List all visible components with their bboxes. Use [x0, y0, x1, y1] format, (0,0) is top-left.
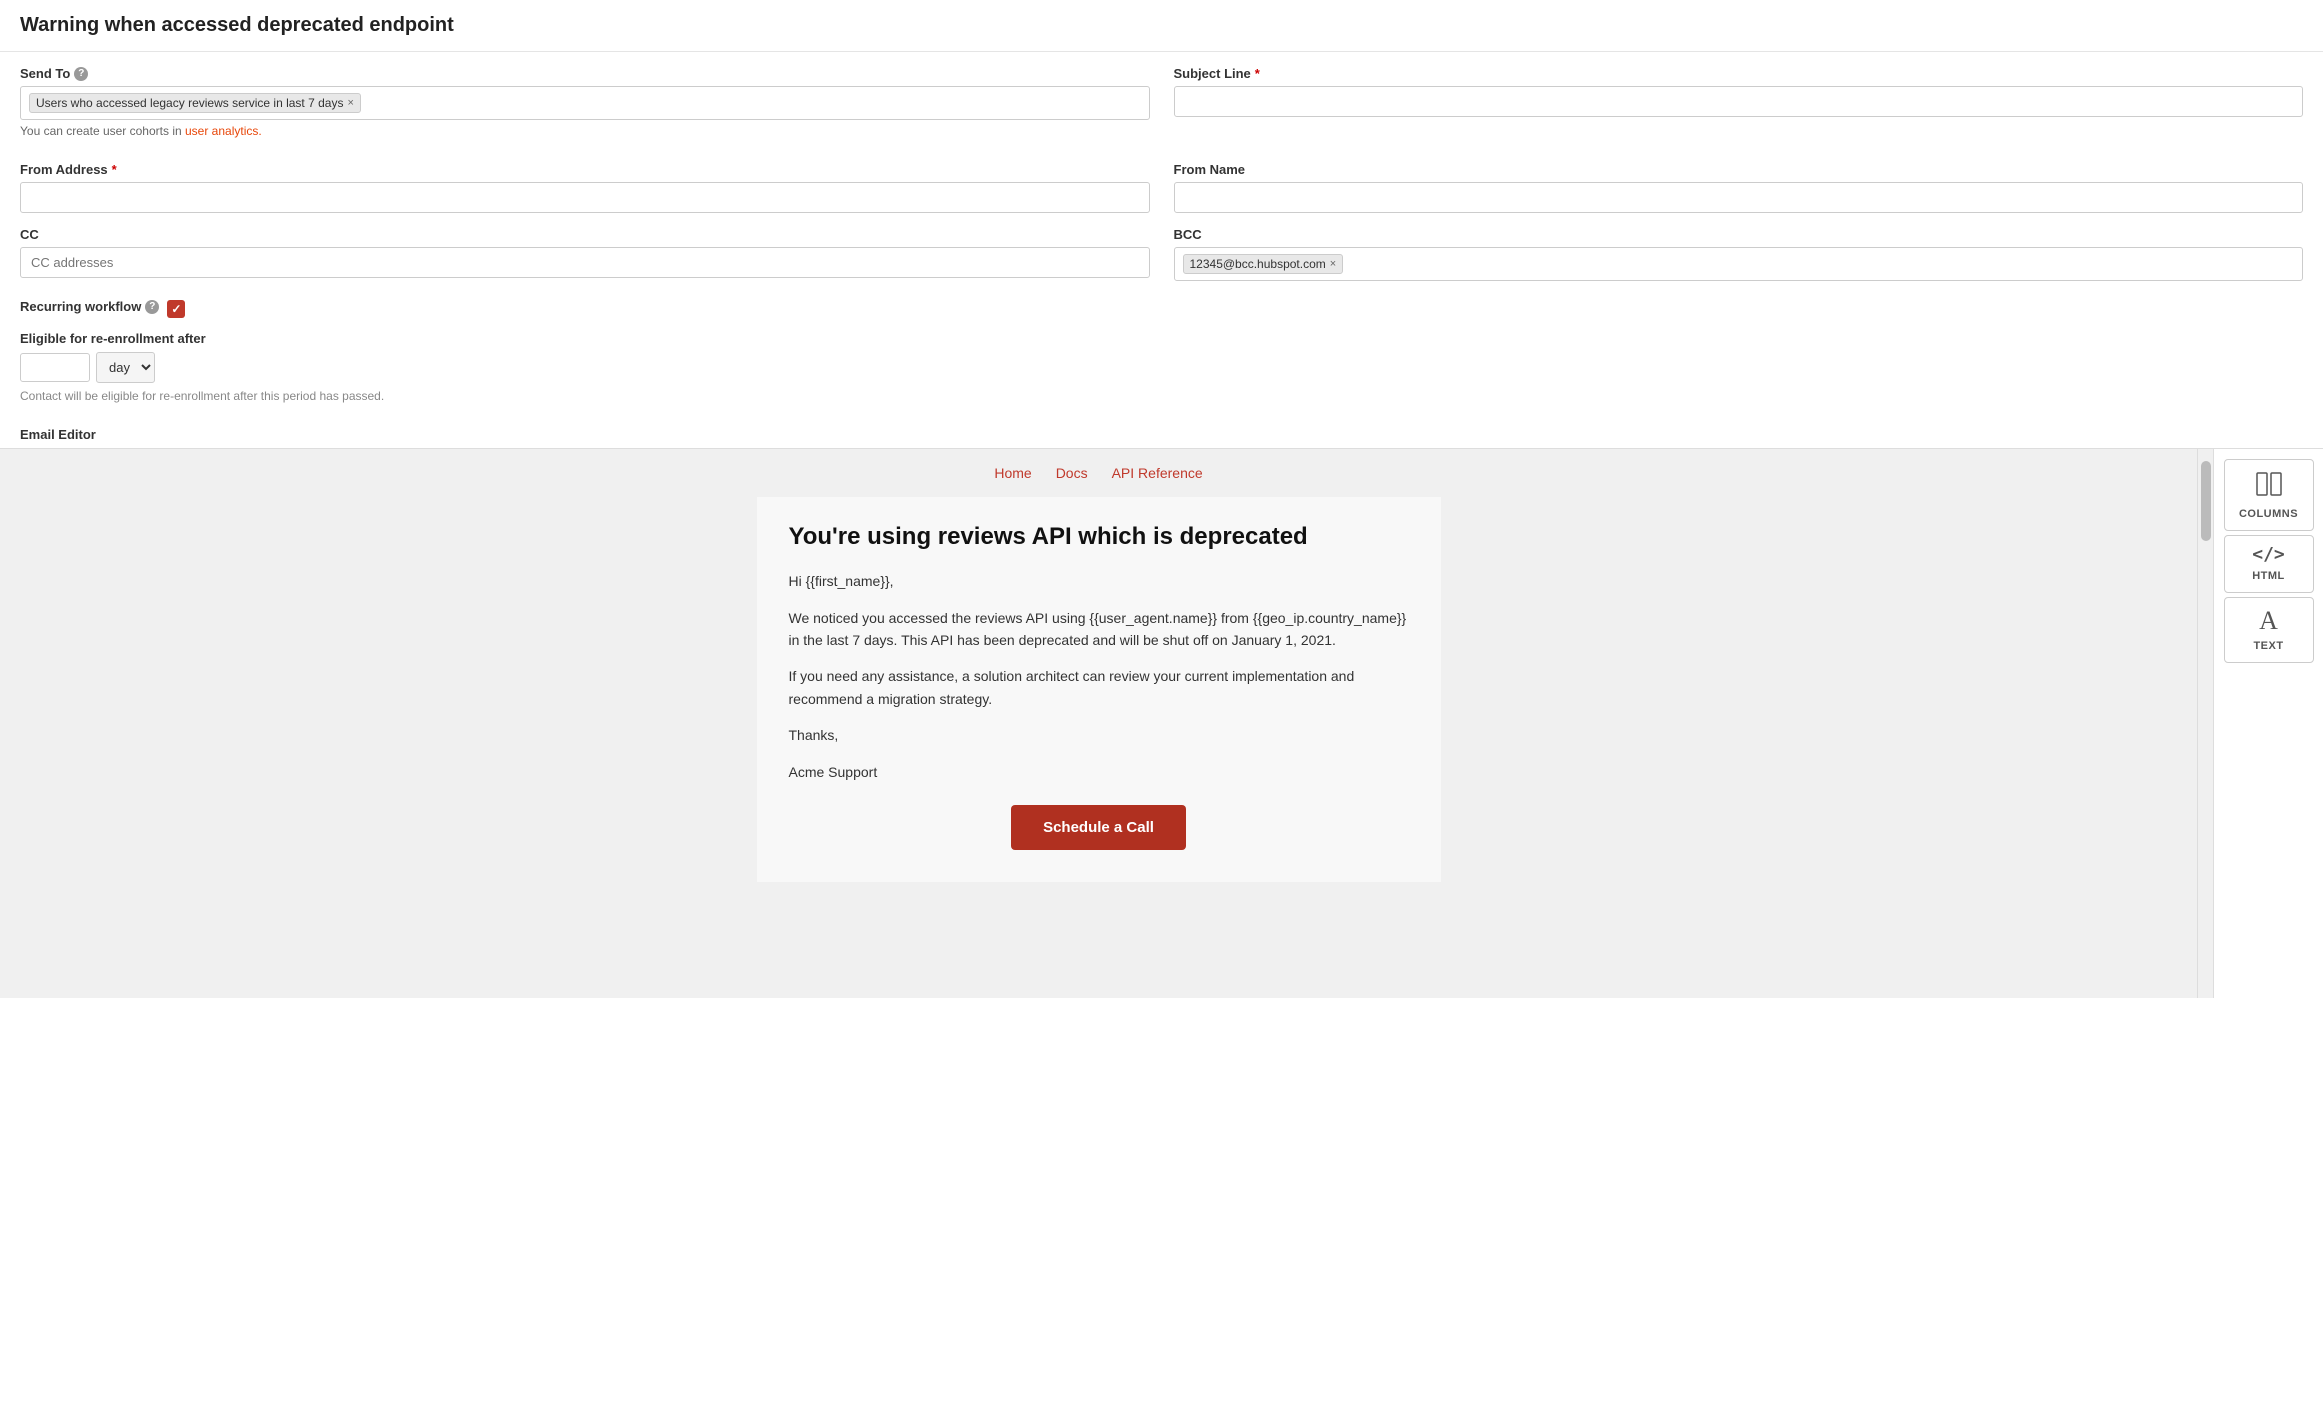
reenroll-hint: Contact will be eligible for re-enrollme…: [20, 389, 2303, 403]
schedule-call-button[interactable]: Schedule a Call: [1011, 805, 1186, 850]
text-label: TEXT: [2253, 640, 2283, 652]
recurring-help-icon[interactable]: ?: [145, 300, 159, 314]
subject-line-input[interactable]: Your account accessed the reviews API wh…: [1174, 86, 2304, 117]
text-icon: A: [2259, 608, 2278, 634]
from-name-input[interactable]: Acme, Inc Support: [1174, 182, 2304, 213]
send-to-label: Send To ?: [20, 66, 1150, 81]
cc-label: CC: [20, 227, 1150, 242]
email-cta-row: Schedule a Call: [789, 805, 1409, 850]
email-body2: If you need any assistance, a solution a…: [789, 665, 1409, 710]
scrollbar-thumb[interactable]: [2201, 461, 2211, 541]
recurring-label: Recurring workflow ?: [20, 299, 159, 314]
recurring-workflow-row: Recurring workflow ?: [20, 295, 2303, 319]
editor-canvas[interactable]: Home Docs API Reference You're using rev…: [0, 449, 2197, 998]
page-title: Warning when accessed deprecated endpoin…: [0, 0, 2323, 52]
email-editor-label: Email Editor: [0, 417, 2323, 448]
email-body1: We noticed you accessed the reviews API …: [789, 607, 1409, 652]
reenroll-number-input[interactable]: 14: [20, 353, 90, 382]
editor-layout: Home Docs API Reference You're using rev…: [0, 448, 2323, 998]
email-canvas-inner: Home Docs API Reference You're using rev…: [749, 449, 1449, 882]
email-body: You're using reviews API which is deprec…: [757, 497, 1441, 882]
reenroll-unit-select[interactable]: day: [96, 352, 155, 383]
bcc-input[interactable]: 12345@bcc.hubspot.com ×: [1174, 247, 2304, 281]
user-analytics-link[interactable]: user analytics.: [185, 124, 262, 138]
from-address-label: From Address *: [20, 162, 1150, 177]
from-address-required: *: [112, 162, 117, 177]
email-nav-api[interactable]: API Reference: [1112, 465, 1203, 481]
sidebar-html-block[interactable]: </> HTML: [2224, 535, 2314, 593]
recurring-checkbox[interactable]: [167, 300, 185, 318]
html-icon: </>: [2252, 546, 2285, 564]
send-to-help-icon[interactable]: ?: [74, 67, 88, 81]
send-to-input[interactable]: Users who accessed legacy reviews servic…: [20, 86, 1150, 120]
columns-icon: [2255, 470, 2283, 502]
email-heading: You're using reviews API which is deprec…: [789, 521, 1409, 552]
subject-line-label: Subject Line *: [1174, 66, 2304, 81]
cc-input[interactable]: [20, 247, 1150, 278]
email-greeting: Hi {{first_name}},: [789, 570, 1409, 592]
reenroll-section: Eligible for re-enrollment after 14 day …: [20, 331, 2303, 403]
scrollbar[interactable]: [2197, 449, 2213, 998]
email-nav-home[interactable]: Home: [994, 465, 1031, 481]
reenroll-row: 14 day: [20, 352, 2303, 383]
from-address-input[interactable]: support@acmeinc.com: [20, 182, 1150, 213]
sidebar-text-block[interactable]: A TEXT: [2224, 597, 2314, 663]
email-sign-off: Thanks,: [789, 724, 1409, 746]
email-nav-docs[interactable]: Docs: [1056, 465, 1088, 481]
sidebar-columns-block[interactable]: COLUMNS: [2224, 459, 2314, 531]
from-name-label: From Name: [1174, 162, 2304, 177]
subject-required: *: [1255, 66, 1260, 81]
send-to-tag-close[interactable]: ×: [347, 98, 353, 109]
bcc-label: BCC: [1174, 227, 2304, 242]
reenroll-label: Eligible for re-enrollment after: [20, 331, 2303, 346]
email-signature: Acme Support: [789, 761, 1409, 783]
helper-text: You can create user cohorts in user anal…: [20, 124, 1150, 138]
columns-label: COLUMNS: [2239, 508, 2298, 520]
email-nav: Home Docs API Reference: [749, 449, 1449, 497]
html-label: HTML: [2252, 570, 2285, 582]
bcc-tag-close[interactable]: ×: [1330, 259, 1336, 270]
send-to-tag: Users who accessed legacy reviews servic…: [29, 93, 361, 113]
bcc-tag: 12345@bcc.hubspot.com ×: [1183, 254, 1344, 274]
editor-sidebar: COLUMNS </> HTML A TEXT: [2213, 449, 2323, 998]
